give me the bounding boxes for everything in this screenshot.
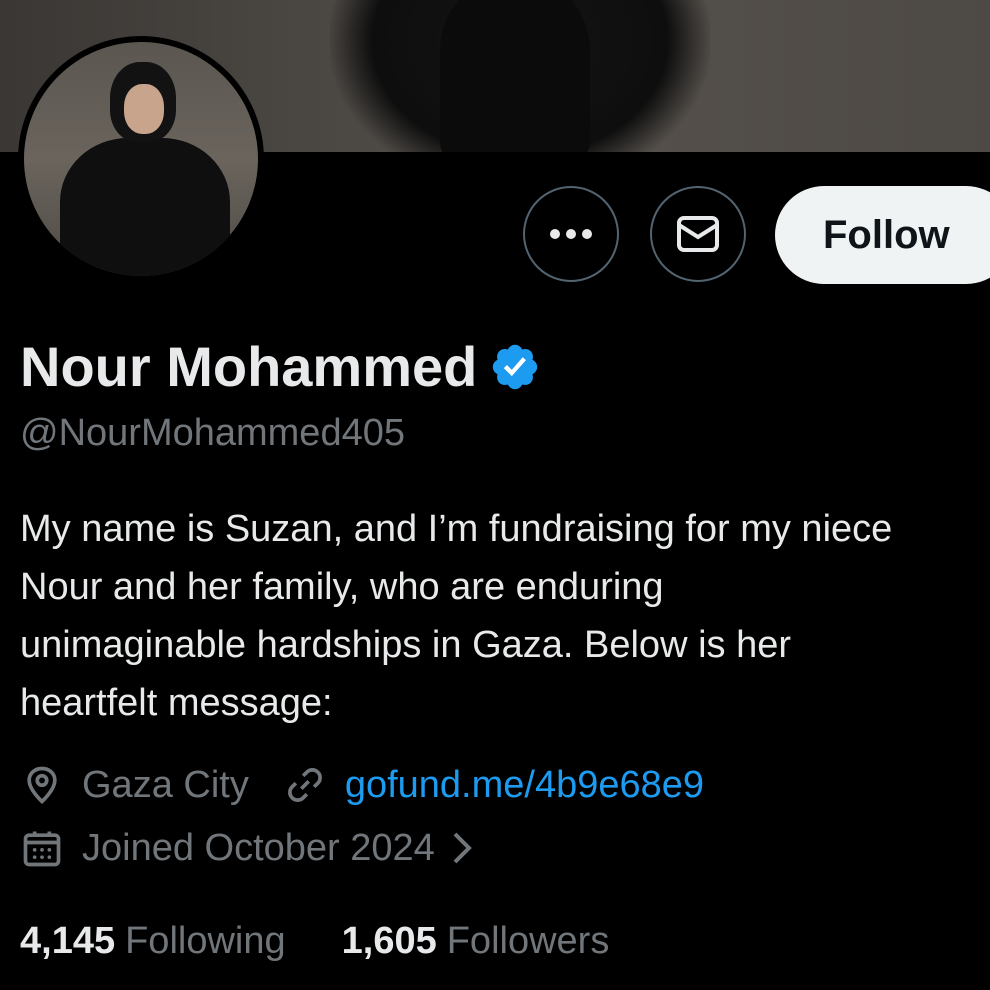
profile-name: Nour Mohammed bbox=[20, 334, 541, 399]
link-icon bbox=[287, 768, 322, 802]
following-label: Following bbox=[125, 920, 286, 962]
following-stat[interactable]: 4,145 Following bbox=[20, 920, 286, 963]
profile-stats: 4,145 Following 1,605 Followers bbox=[20, 920, 609, 963]
more-button[interactable] bbox=[523, 186, 619, 282]
bio-line: heartfelt message: bbox=[20, 682, 333, 724]
verified-badge-icon[interactable] bbox=[489, 341, 541, 393]
message-button[interactable] bbox=[650, 186, 746, 282]
avatar-face bbox=[124, 84, 164, 134]
bio-line: Nour and her family, who are enduring bbox=[20, 566, 664, 608]
followers-label: Followers bbox=[446, 920, 610, 962]
followers-stat[interactable]: 1,605 Followers bbox=[342, 920, 610, 963]
avatar-photo bbox=[24, 42, 258, 276]
profile-meta-location-website: Gaza City gofund.me/4b9e68e9 bbox=[20, 763, 704, 807]
follow-button[interactable]: Follow bbox=[775, 186, 990, 284]
location-pin-icon bbox=[27, 766, 57, 804]
display-name: Nour Mohammed bbox=[20, 335, 478, 398]
bio-line: My name is Suzan, and I’m fundraising fo… bbox=[20, 508, 893, 550]
followers-count: 1,605 bbox=[341, 920, 437, 962]
following-count: 4,145 bbox=[20, 920, 116, 962]
avatar[interactable] bbox=[18, 36, 264, 282]
avatar-body bbox=[60, 138, 230, 276]
profile-meta-joined[interactable]: Joined October 2024 bbox=[20, 826, 477, 870]
follow-button-label: Follow bbox=[823, 212, 950, 257]
location-text: Gaza City bbox=[82, 763, 249, 806]
profile-handle: @NourMohammed405 bbox=[20, 412, 405, 454]
banner-figure-body bbox=[440, 0, 590, 152]
more-dots-icon bbox=[550, 229, 592, 239]
profile-bio: My name is Suzan, and I’m fundraising fo… bbox=[20, 500, 990, 732]
joined-text: Joined October 2024 bbox=[82, 826, 435, 869]
website-link[interactable]: gofund.me/4b9e68e9 bbox=[345, 764, 704, 807]
calendar-icon bbox=[23, 831, 61, 867]
chevron-right-icon bbox=[453, 832, 472, 864]
bio-line: unimaginable hardships in Gaza. Below is… bbox=[20, 624, 791, 666]
envelope-icon bbox=[677, 216, 719, 252]
